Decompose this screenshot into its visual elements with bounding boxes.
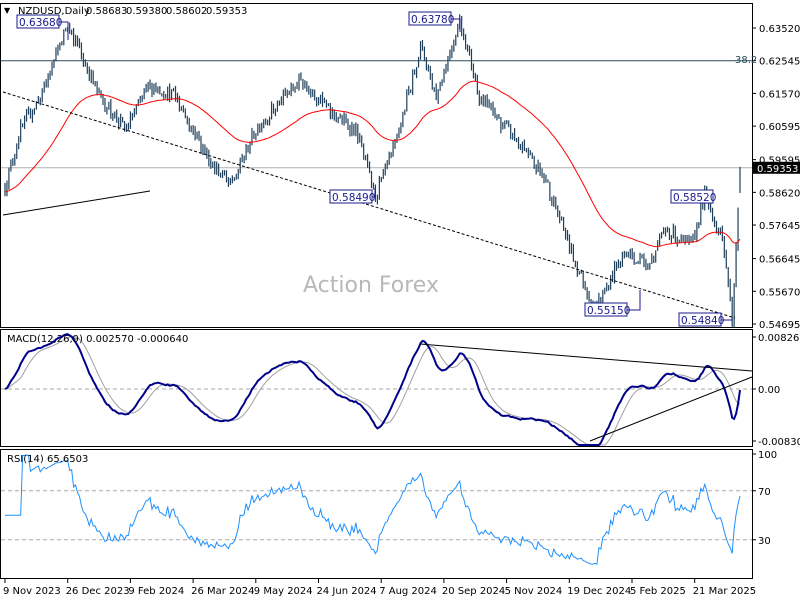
macd-tick-label: 0.00 (758, 385, 780, 396)
annotation-label: 0.63780 (411, 14, 454, 26)
annotation-label: 0.58490 (332, 192, 375, 204)
date-tick-label: 26 Mar 2024 (191, 586, 254, 597)
price-tick-label: 0.56645 (759, 255, 800, 266)
rsi-label: RSI(14) 65.6503 (7, 454, 88, 465)
date-tick-label: 9 Nov 2023 (3, 586, 61, 597)
macd-tick-label: 0.008265 (758, 333, 800, 344)
date-tick-label: 5 Feb 2025 (630, 586, 686, 597)
macd-lower-trendline (589, 376, 753, 442)
date-tick-label: 5 Nov 2024 (505, 586, 563, 597)
macd-label: MACD(12,26,9) 0.002570 -0.000640 (7, 334, 188, 345)
price-tick-label: 0.54695 (759, 320, 800, 331)
chart-title: NZDUSD,Daily (18, 6, 90, 17)
annotation-label: 0.55150 (587, 305, 630, 317)
annotation-label: 0.63680 (19, 17, 62, 29)
price-tick-label: 0.63520 (759, 24, 800, 35)
annotation-label: 0.58520 (673, 192, 716, 204)
macd-panel (0, 329, 753, 447)
channel-line (2, 190, 151, 216)
price-tick-label: 0.60595 (759, 122, 800, 133)
price-tick-label: 0.61570 (759, 89, 800, 100)
current-price-label: 0.59353 (757, 164, 798, 175)
moving-average-line (4, 80, 741, 248)
date-tick-label: 20 Sep 2024 (442, 586, 505, 597)
ohlc-open: 0.58683 (86, 6, 127, 17)
forex-chart: Action Forex 0.63680 0.63780 0.58490 0.5852… (0, 3, 800, 597)
annotation-label: 0.54840 (681, 315, 724, 327)
rsi-panel (0, 449, 753, 579)
ohlc-low: 0.58602 (166, 6, 207, 17)
price-tick-label: 0.58620 (759, 188, 800, 199)
date-tick-label: 9 May 2024 (254, 586, 313, 597)
date-tick-label: 19 Dec 2024 (567, 586, 631, 597)
watermark: Action Forex (303, 273, 439, 298)
rsi-line (5, 454, 741, 565)
date-tick-label: 24 Jun 2024 (317, 586, 377, 597)
ohlc-high: 0.59380 (126, 6, 167, 17)
fib-label: 38.2 (735, 55, 757, 66)
price-tick-label: 0.55670 (759, 287, 800, 298)
macd-tick-label: -0.008307 (758, 437, 800, 448)
macd-line (4, 333, 741, 446)
ohlc-close: 0.59353 (206, 6, 247, 17)
date-tick-label: 26 Dec 2023 (66, 586, 130, 597)
rsi-tick-label: 30 (758, 536, 771, 547)
date-tick-label: 7 Aug 2024 (379, 586, 437, 597)
macd-signal-line (4, 335, 741, 446)
rsi-tick-label: 100 (758, 450, 777, 461)
price-tick-label: 0.57645 (759, 221, 800, 232)
date-tick-label: 9 Feb 2024 (128, 586, 184, 597)
date-tick-label: 21 Mar 2025 (693, 586, 756, 597)
rsi-tick-label: 70 (758, 487, 771, 498)
price-tick-label: 0.62545 (759, 57, 800, 68)
collapse-triangle-icon[interactable]: ▼ (4, 6, 11, 15)
